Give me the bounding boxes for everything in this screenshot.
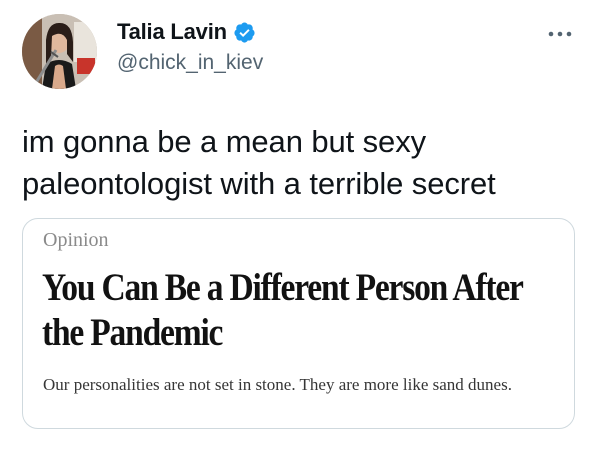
avatar[interactable] <box>22 14 97 89</box>
tweet-text: im gonna be a mean but sexy paleontologi… <box>22 124 496 201</box>
card-title[interactable]: You Can Be a Different Person After the … <box>42 265 567 355</box>
more-options-icon[interactable] <box>540 24 580 44</box>
author-handle[interactable]: @chick_in_kiev <box>117 51 263 75</box>
card-kicker: Opinion <box>43 229 109 251</box>
verified-badge-icon <box>233 21 256 44</box>
author-display-name[interactable]: Talia Lavin <box>117 19 227 45</box>
card-summary: Our personalities are not set in stone. … <box>43 375 512 394</box>
author-name-row[interactable]: Talia Lavin <box>117 17 256 47</box>
tweet: Talia Lavin @chick_in_kiev im gonna be a… <box>0 0 599 450</box>
link-card[interactable]: Opinion You Can Be a Different Person Af… <box>22 218 575 429</box>
profile-photo-icon <box>22 14 97 89</box>
